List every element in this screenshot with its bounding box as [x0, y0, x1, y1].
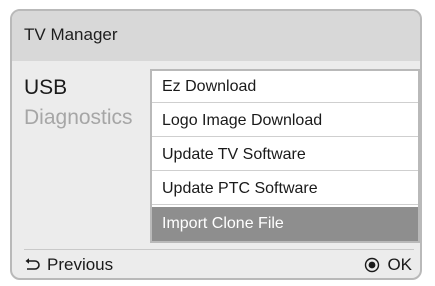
ok-dot-icon: [364, 257, 380, 273]
left-menu-item-usb[interactable]: USB: [24, 73, 133, 103]
submenu-item-update-tv-software[interactable]: Update TV Software: [152, 139, 418, 171]
usb-submenu: Ez Download Logo Image Download Update T…: [150, 69, 420, 243]
footer-bar: Previous OK: [12, 253, 420, 278]
footer-divider: [24, 249, 414, 250]
title-bar: TV Manager: [12, 11, 420, 61]
ok-button[interactable]: OK: [364, 255, 412, 275]
submenu-item-logo-image-download[interactable]: Logo Image Download: [152, 105, 418, 137]
tv-manager-window: TV Manager USB Diagnostics Ez Download L…: [10, 9, 422, 280]
ok-label: OK: [387, 255, 412, 274]
submenu-item-update-ptc-software[interactable]: Update PTC Software: [152, 173, 418, 205]
submenu-item-import-clone-file[interactable]: Import Clone File: [152, 207, 418, 241]
return-arrow-icon: [24, 257, 40, 273]
left-menu: USB Diagnostics: [24, 73, 133, 133]
left-menu-item-diagnostics[interactable]: Diagnostics: [24, 103, 133, 133]
window-title: TV Manager: [24, 25, 118, 44]
previous-button[interactable]: Previous: [24, 255, 113, 275]
previous-label: Previous: [47, 255, 114, 274]
submenu-item-ez-download[interactable]: Ez Download: [152, 71, 418, 103]
